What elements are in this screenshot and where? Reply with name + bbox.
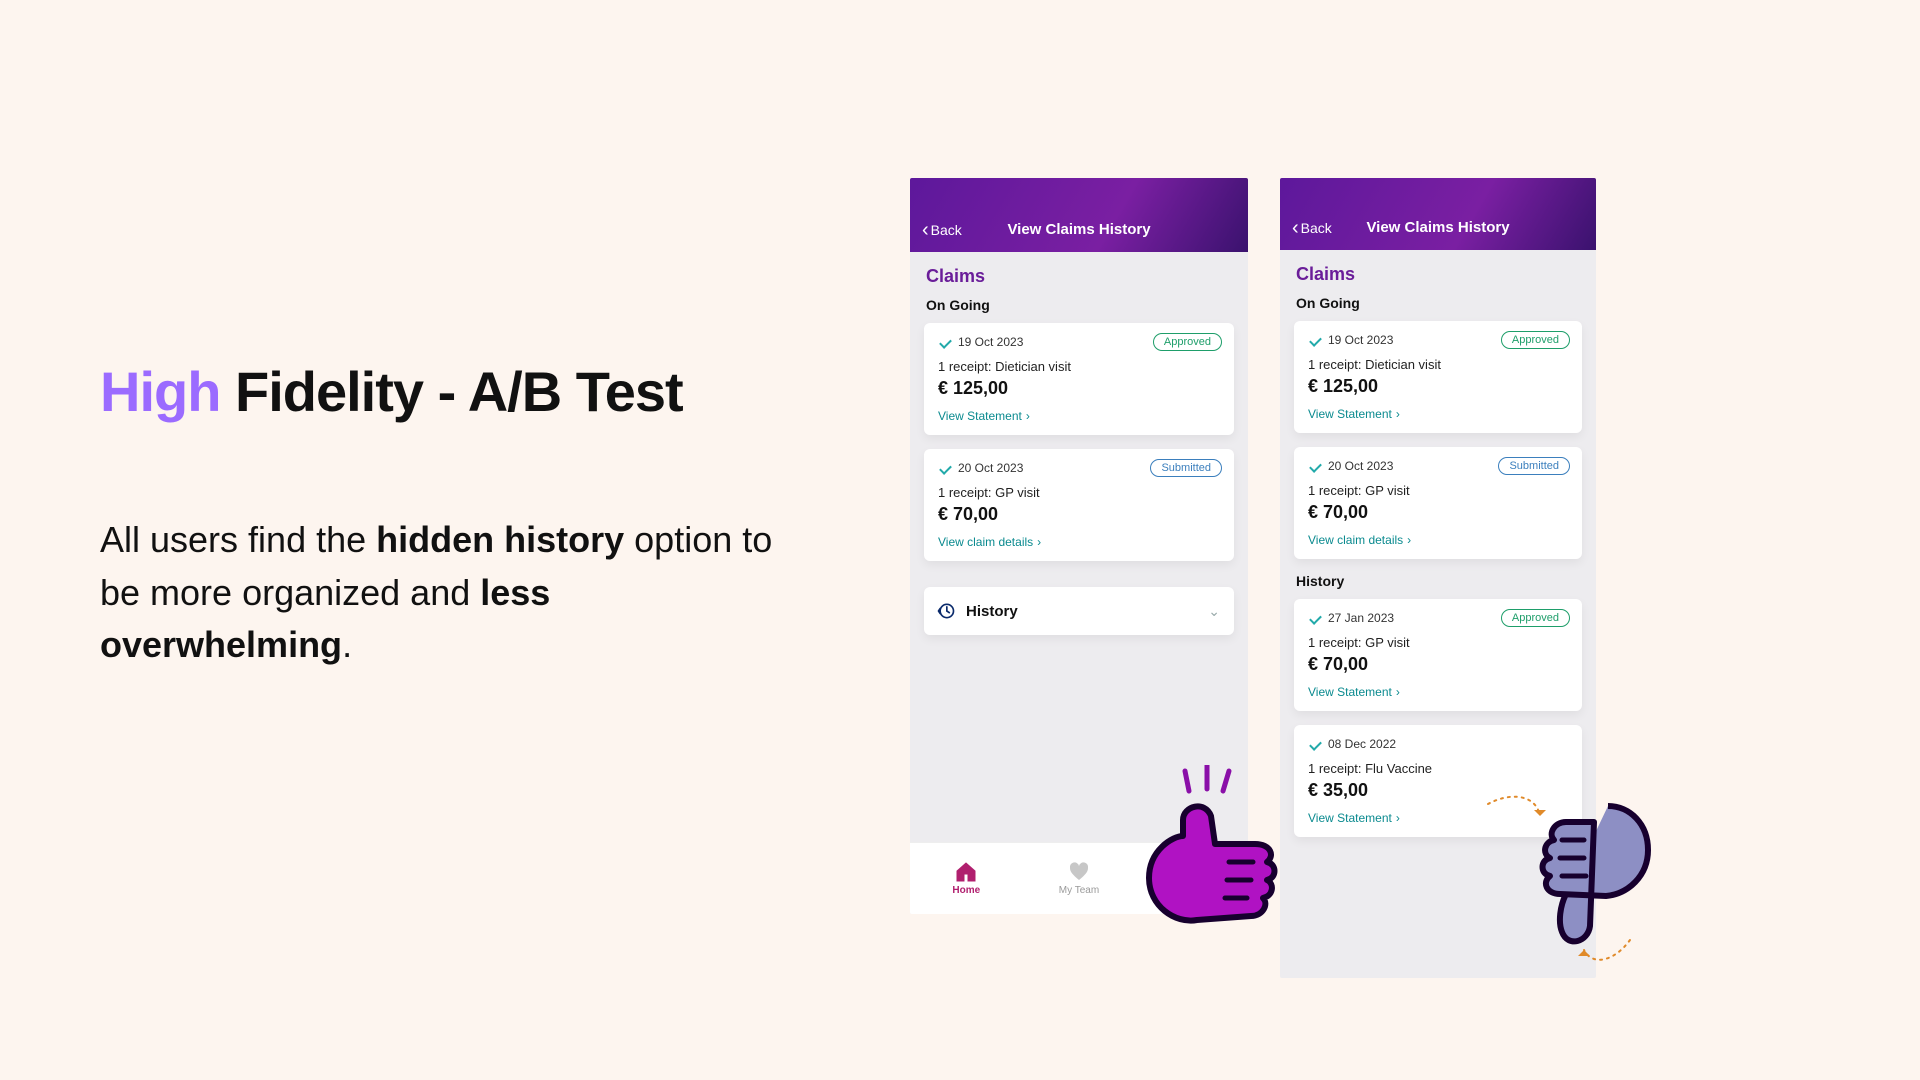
thumbs-up-icon (1135, 765, 1295, 965)
claim-receipt: 1 receipt: GP visit (1308, 483, 1568, 498)
heading-rest: Fidelity - A/B Test (220, 360, 682, 423)
history-label: History (966, 603, 1018, 620)
back-button[interactable]: ‹ Back (922, 220, 962, 240)
heart-icon (1067, 861, 1091, 883)
claim-date-row: 08 Dec 2022 (1308, 737, 1568, 751)
status-badge: Submitted (1150, 459, 1222, 477)
status-badge: Approved (1501, 609, 1570, 627)
claim-view-label: View claim details (938, 535, 1033, 549)
check-icon (938, 461, 952, 475)
claim-date: 20 Oct 2023 (1328, 459, 1393, 473)
chevron-left-icon: ‹ (922, 220, 929, 240)
claim-receipt: 1 receipt: GP visit (938, 485, 1220, 500)
claim-view-label: View Statement (1308, 685, 1392, 699)
claim-date: 19 Oct 2023 (1328, 333, 1393, 347)
claim-amount: € 70,00 (1308, 502, 1568, 523)
check-icon (938, 335, 952, 349)
chevron-right-icon: › (1396, 407, 1400, 421)
claim-card[interactable]: 19 Oct 2023 Approved 1 receipt: Dieticia… (924, 323, 1234, 435)
chevron-right-icon: › (1407, 533, 1411, 547)
tab-my-team-label: My Team (1059, 885, 1099, 896)
check-icon (1308, 333, 1322, 347)
back-label: Back (931, 222, 962, 238)
claim-amount: € 70,00 (938, 504, 1220, 525)
chevron-right-icon: › (1026, 409, 1030, 423)
claim-amount: € 125,00 (938, 378, 1220, 399)
chevron-right-icon: › (1396, 685, 1400, 699)
history-header: History (1296, 573, 1580, 589)
back-label: Back (1301, 220, 1332, 236)
claim-view-label: View Statement (938, 409, 1022, 423)
claim-view-link[interactable]: View claim details › (938, 535, 1220, 549)
ongoing-header: On Going (1296, 295, 1580, 311)
topbar: ‹ Back View Claims History (910, 178, 1248, 252)
back-button[interactable]: ‹ Back (1292, 218, 1332, 238)
claim-receipt: 1 receipt: Dietician visit (938, 359, 1220, 374)
claim-view-label: View Statement (1308, 407, 1392, 421)
check-icon (1308, 737, 1322, 751)
claims-title: Claims (1296, 264, 1580, 285)
check-icon (1308, 459, 1322, 473)
status-badge: Approved (1501, 331, 1570, 349)
claim-date: 20 Oct 2023 (958, 461, 1023, 475)
claim-view-link[interactable]: View Statement › (938, 409, 1220, 423)
claim-amount: € 125,00 (1308, 376, 1568, 397)
slide-body: All users find the hidden history option… (100, 514, 780, 671)
claim-card[interactable]: 19 Oct 2023 Approved 1 receipt: Dieticia… (1294, 321, 1582, 433)
topbar: ‹ Back View Claims History (1280, 178, 1596, 250)
claim-view-link[interactable]: View claim details › (1308, 533, 1568, 547)
home-icon (954, 861, 978, 883)
history-accordion[interactable]: History ⌄ (924, 587, 1234, 635)
claim-card[interactable]: 20 Oct 2023 Submitted 1 receipt: GP visi… (1294, 447, 1582, 559)
claim-view-link[interactable]: View Statement › (1308, 407, 1568, 421)
claim-date: 08 Dec 2022 (1328, 737, 1396, 751)
claim-view-label: View claim details (1308, 533, 1403, 547)
history-icon (936, 601, 956, 621)
claim-date: 27 Jan 2023 (1328, 611, 1394, 625)
slide-heading: High Fidelity - A/B Test (100, 360, 780, 424)
heading-high: High (100, 360, 220, 423)
ongoing-header: On Going (926, 297, 1232, 313)
claim-date: 19 Oct 2023 (958, 335, 1023, 349)
status-badge: Approved (1153, 333, 1222, 351)
claim-receipt: 1 receipt: GP visit (1308, 635, 1568, 650)
claim-receipt: 1 receipt: Flu Vaccine (1308, 761, 1568, 776)
tab-home-label: Home (952, 885, 980, 896)
claim-card[interactable]: 20 Oct 2023 Submitted 1 receipt: GP visi… (924, 449, 1234, 561)
tab-my-team[interactable]: My Team (1039, 861, 1119, 896)
chevron-down-icon: ⌄ (1208, 603, 1220, 620)
chevron-left-icon: ‹ (1292, 218, 1299, 238)
claim-card[interactable]: 27 Jan 2023 Approved 1 receipt: GP visit… (1294, 599, 1582, 711)
check-icon (1308, 611, 1322, 625)
claim-view-label: View Statement (1308, 811, 1392, 825)
claim-amount: € 70,00 (1308, 654, 1568, 675)
thumbs-down-icon (1480, 790, 1660, 980)
claims-title: Claims (926, 266, 1232, 287)
chevron-right-icon: › (1396, 811, 1400, 825)
claim-receipt: 1 receipt: Dietician visit (1308, 357, 1568, 372)
claim-view-link[interactable]: View Statement › (1308, 685, 1568, 699)
chevron-right-icon: › (1037, 535, 1041, 549)
tab-home[interactable]: Home (926, 861, 1006, 896)
status-badge: Submitted (1498, 457, 1570, 475)
